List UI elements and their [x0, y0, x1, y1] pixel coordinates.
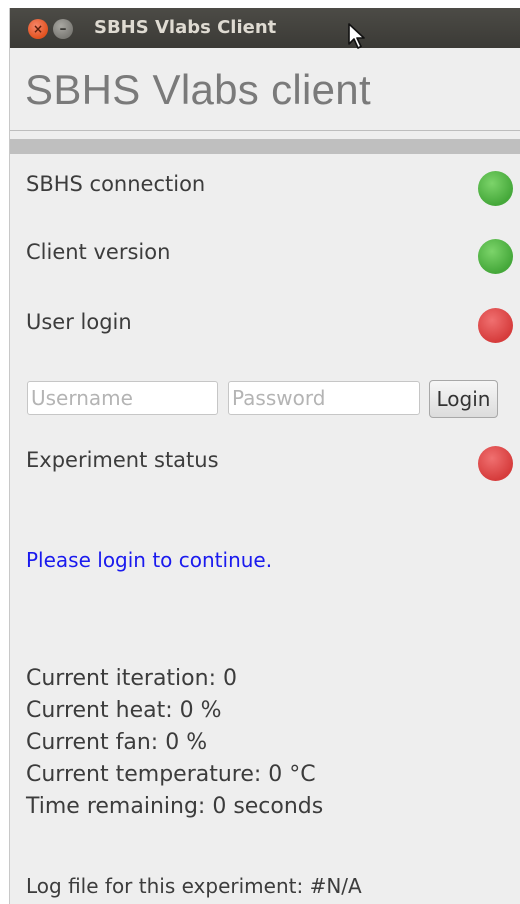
client-version-status-icon: [478, 239, 513, 274]
current-heat: Current heat: 0 %: [26, 698, 222, 723]
minimize-icon[interactable]: –: [53, 19, 73, 39]
experiment-status-label: Experiment status: [26, 448, 219, 472]
login-notice: Please login to continue.: [26, 548, 273, 572]
sbhs-connection-status-icon: [478, 171, 513, 206]
close-icon[interactable]: ×: [28, 19, 48, 39]
user-login-status-icon: [478, 308, 513, 343]
client-version-label: Client version: [26, 240, 171, 264]
title-bar[interactable]: × – SBHS Vlabs Client: [10, 8, 520, 48]
password-input[interactable]: [228, 381, 420, 415]
current-iteration: Current iteration: 0: [26, 666, 237, 691]
current-fan: Current fan: 0 %: [26, 730, 208, 755]
sbhs-connection-label: SBHS connection: [26, 172, 206, 196]
window-title: SBHS Vlabs Client: [94, 17, 277, 38]
username-input[interactable]: [27, 381, 218, 415]
log-file-info: Log file for this experiment: #N/A: [26, 874, 362, 898]
app-window: × – SBHS Vlabs Client SBHS Vlabs client …: [10, 8, 520, 904]
experiment-status-icon: [478, 446, 513, 481]
mouse-cursor-icon: [348, 23, 365, 49]
login-button[interactable]: Login: [429, 380, 498, 418]
time-remaining: Time remaining: 0 seconds: [26, 794, 324, 819]
user-login-label: User login: [26, 310, 132, 334]
experiment-stats: Current iteration: 0 Current heat: 0 % C…: [26, 663, 323, 823]
page-title: SBHS Vlabs client: [25, 66, 371, 113]
header-bar: [10, 139, 520, 154]
header-divider: [10, 130, 520, 131]
current-temperature: Current temperature: 0 °C: [26, 762, 316, 787]
